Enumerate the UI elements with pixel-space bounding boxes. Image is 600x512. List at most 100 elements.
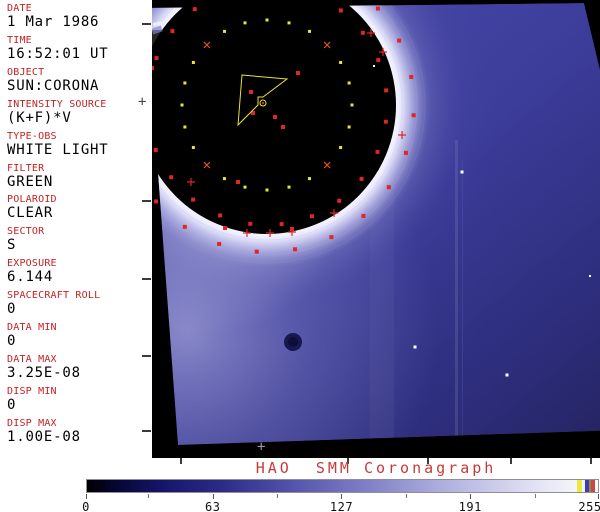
outer-red-ring-dot xyxy=(293,247,298,252)
middle-red-ring-dot xyxy=(154,56,159,61)
metadata-field: TIME 16:52:01 UT xyxy=(7,35,151,62)
metadata-field: INTENSITY SOURCE (K+F)*V xyxy=(7,99,151,126)
middle-red-ring-dot xyxy=(192,7,197,12)
colorbar-tick-label: 63 xyxy=(205,500,221,512)
field-value: 1 Mar 1986 xyxy=(7,14,100,30)
smm-coronagraph-viewer: DATE 1 Mar 1986 TIME 16:52:01 UT OBJECT SUN:C… xyxy=(0,0,600,512)
outer-red-ring-dot xyxy=(403,150,408,155)
field-label: DATE xyxy=(7,3,32,14)
inner-yellow-ring-dot xyxy=(265,188,269,192)
field-label: DATA MIN xyxy=(7,322,57,333)
bottom-fiducial-plus: + xyxy=(257,439,266,455)
middle-red-ring-dot xyxy=(279,222,284,227)
outer-red-ring-dot xyxy=(182,224,187,229)
middle-red-ring-dot xyxy=(376,58,381,63)
middle-red-ring-dot xyxy=(337,198,342,203)
inner-yellow-ring-dot xyxy=(350,103,354,107)
extra-red-dot xyxy=(249,90,253,94)
middle-red-ring-dot xyxy=(170,29,175,34)
colorbar-minor-tick xyxy=(277,494,279,498)
star-dot xyxy=(505,373,509,377)
outer-red-ring-dot xyxy=(254,249,259,254)
metadata-field: TYPE-OBS WHITE LIGHT xyxy=(7,131,151,158)
field-label: INTENSITY SOURCE xyxy=(7,98,107,110)
field-label: DATA MAX xyxy=(7,353,57,365)
metadata-field: DISP MAX 1.00E-08 xyxy=(7,418,151,445)
outer-red-ring-dot xyxy=(329,235,334,240)
left-fiducial-plus: + xyxy=(138,94,147,110)
middle-red-ring-dot xyxy=(309,214,314,219)
field-value: 3.25E-08 xyxy=(7,364,81,381)
field-value: 0 xyxy=(7,396,17,413)
metadata-field: DATA MAX 3.25E-08 xyxy=(7,354,151,381)
colorbar-end-stripe xyxy=(591,480,595,492)
field-value: 0 xyxy=(7,333,17,349)
colorbar-tick xyxy=(470,494,472,499)
metadata-panel: DATE 1 Mar 1986 TIME 16:52:01 UT OBJECT SUN:C… xyxy=(0,0,152,458)
colorbar-minor-tick xyxy=(148,494,150,498)
middle-red-ring-dot xyxy=(384,88,389,93)
left-axis-tick xyxy=(142,23,151,25)
colorbar-tick xyxy=(598,494,599,499)
field-label: TIME xyxy=(7,34,32,46)
extra-red-dot xyxy=(152,66,154,70)
extra-red-dot xyxy=(281,125,285,129)
colorbar-tick-label: 127 xyxy=(329,500,354,512)
inner-yellow-ring-dot xyxy=(265,18,269,22)
colorbar-tick xyxy=(212,494,214,499)
corner-shadow xyxy=(152,30,165,150)
inner-yellow-ring-dot xyxy=(191,61,195,64)
left-axis-tick xyxy=(142,200,151,202)
field-value: S xyxy=(7,237,17,254)
extra-red-dot xyxy=(236,180,240,184)
middle-red-ring-dot xyxy=(248,221,253,226)
extra-red-dot xyxy=(296,71,300,75)
coronagraph-image xyxy=(152,0,600,458)
middle-red-ring-dot xyxy=(359,176,364,181)
dark-spot-core xyxy=(288,337,298,347)
field-label: POLAROID xyxy=(7,194,57,206)
field-label: SECTOR xyxy=(7,226,45,238)
inner-yellow-ring-dot xyxy=(183,81,187,85)
field-value: 0 xyxy=(7,301,17,318)
metadata-field: DATA MIN 0 xyxy=(7,322,151,349)
metadata-field: FILTER GREEN xyxy=(7,163,151,190)
left-axis-tick xyxy=(142,430,151,432)
inner-yellow-ring-dot xyxy=(191,146,195,149)
field-value: 16:52:01 UT xyxy=(7,45,109,62)
left-axis-tick xyxy=(142,355,151,357)
field-value: (K+F)*V xyxy=(7,109,72,126)
inner-yellow-ring-dot xyxy=(243,185,247,189)
colorbar-tick-label: 191 xyxy=(458,500,482,512)
colorbar-tick-label: 255 xyxy=(578,500,600,512)
colorbar-tick-label: 0 xyxy=(82,500,90,512)
inner-yellow-ring-dot xyxy=(243,21,247,25)
extra-red-dot xyxy=(273,115,277,119)
field-label: SPACECRAFT ROLL xyxy=(7,290,101,302)
metadata-field: POLAROID CLEAR xyxy=(7,194,151,221)
field-value: CLEAR xyxy=(7,205,54,222)
colorbar-minor-tick xyxy=(534,494,536,498)
colorbar-tick xyxy=(341,494,343,499)
field-value: SUN:CORONA xyxy=(7,77,100,94)
field-value: WHITE LIGHT xyxy=(7,141,109,158)
colorbar-minor-tick xyxy=(405,494,407,498)
star-dot xyxy=(460,170,464,174)
metadata-field: SECTOR S xyxy=(7,226,151,253)
star-dot xyxy=(589,275,591,277)
inner-yellow-ring-dot xyxy=(223,29,226,33)
middle-red-ring-dot xyxy=(218,213,223,218)
field-label: EXPOSURE xyxy=(7,258,57,270)
metadata-field: EXPOSURE 6.144 xyxy=(7,258,151,285)
middle-red-ring-dot xyxy=(360,30,365,35)
left-axis-tick xyxy=(142,278,151,280)
metadata-field: SPACECRAFT ROLL 0 xyxy=(7,290,151,317)
inner-yellow-ring-dot xyxy=(339,61,343,64)
middle-red-ring-dot xyxy=(191,197,196,202)
field-value: 6.144 xyxy=(7,269,54,286)
outer-red-ring-dot xyxy=(361,213,366,218)
inner-yellow-ring-dot xyxy=(339,146,343,149)
image-title: HAO SMM Coronagraph xyxy=(255,459,497,477)
colorbar-tick xyxy=(86,494,87,499)
middle-red-ring-dot xyxy=(375,149,380,154)
